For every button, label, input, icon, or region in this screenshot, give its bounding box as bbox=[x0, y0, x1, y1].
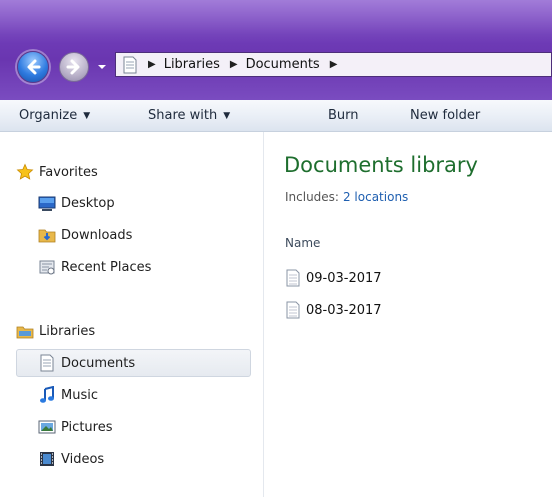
navigation-pane: Favorites Desktop Downloads Recent Place… bbox=[0, 132, 264, 497]
text-file-icon bbox=[285, 301, 301, 319]
nav-libraries[interactable]: Libraries bbox=[16, 319, 95, 343]
chevron-down-icon bbox=[98, 65, 106, 69]
breadcrumb-separator-icon[interactable]: ▶ bbox=[148, 59, 156, 70]
burn-button[interactable]: Burn bbox=[328, 108, 359, 123]
command-bar: Organize ▼ Share with ▼ Burn New folder bbox=[0, 100, 552, 132]
star-icon bbox=[16, 163, 34, 181]
column-header-name[interactable]: Name bbox=[285, 236, 320, 250]
nav-item-videos[interactable]: Videos bbox=[38, 447, 104, 471]
window-title-bar: ▶ Libraries ▶ Documents ▶ bbox=[0, 0, 552, 100]
nav-favorites[interactable]: Favorites bbox=[16, 160, 98, 184]
document-library-icon bbox=[122, 56, 138, 74]
pictures-icon bbox=[38, 418, 56, 436]
nav-item-pictures[interactable]: Pictures bbox=[38, 415, 112, 439]
file-item[interactable]: 08-03-2017 bbox=[285, 299, 382, 321]
libraries-icon bbox=[16, 322, 34, 340]
organize-button[interactable]: Organize ▼ bbox=[19, 108, 90, 123]
library-includes: Includes: 2 locations bbox=[285, 190, 409, 204]
desktop-icon bbox=[38, 194, 56, 212]
nav-item-downloads[interactable]: Downloads bbox=[38, 223, 132, 247]
back-button[interactable] bbox=[17, 51, 49, 83]
recent-places-icon bbox=[38, 258, 56, 276]
recent-pages-button[interactable] bbox=[95, 58, 109, 76]
nav-item-desktop[interactable]: Desktop bbox=[38, 191, 115, 215]
chevron-down-icon: ▼ bbox=[83, 111, 91, 121]
forward-button[interactable] bbox=[59, 52, 89, 82]
document-icon bbox=[38, 354, 56, 372]
forward-arrow-icon bbox=[66, 59, 80, 75]
library-title: Documents library bbox=[284, 153, 478, 177]
back-arrow-icon bbox=[27, 59, 41, 75]
music-note-icon bbox=[38, 386, 56, 404]
film-strip-icon bbox=[38, 450, 56, 468]
address-bar[interactable]: ▶ Libraries ▶ Documents ▶ bbox=[115, 52, 552, 77]
nav-item-documents[interactable]: Documents bbox=[38, 351, 135, 375]
nav-item-recent-places[interactable]: Recent Places bbox=[38, 255, 151, 279]
breadcrumb-documents[interactable]: Documents bbox=[246, 57, 320, 72]
share-with-button[interactable]: Share with ▼ bbox=[148, 108, 230, 123]
breadcrumb-libraries[interactable]: Libraries bbox=[164, 57, 220, 72]
new-folder-button[interactable]: New folder bbox=[410, 108, 480, 123]
content-pane: Documents library Includes: 2 locations N… bbox=[265, 132, 552, 497]
nav-item-music[interactable]: Music bbox=[38, 383, 98, 407]
breadcrumb-separator-icon[interactable]: ▶ bbox=[330, 59, 338, 70]
downloads-folder-icon bbox=[38, 226, 56, 244]
text-file-icon bbox=[285, 269, 301, 287]
breadcrumb-separator-icon[interactable]: ▶ bbox=[230, 59, 238, 70]
library-locations-link[interactable]: 2 locations bbox=[343, 190, 408, 204]
file-item[interactable]: 09-03-2017 bbox=[285, 267, 382, 289]
chevron-down-icon: ▼ bbox=[223, 111, 231, 121]
